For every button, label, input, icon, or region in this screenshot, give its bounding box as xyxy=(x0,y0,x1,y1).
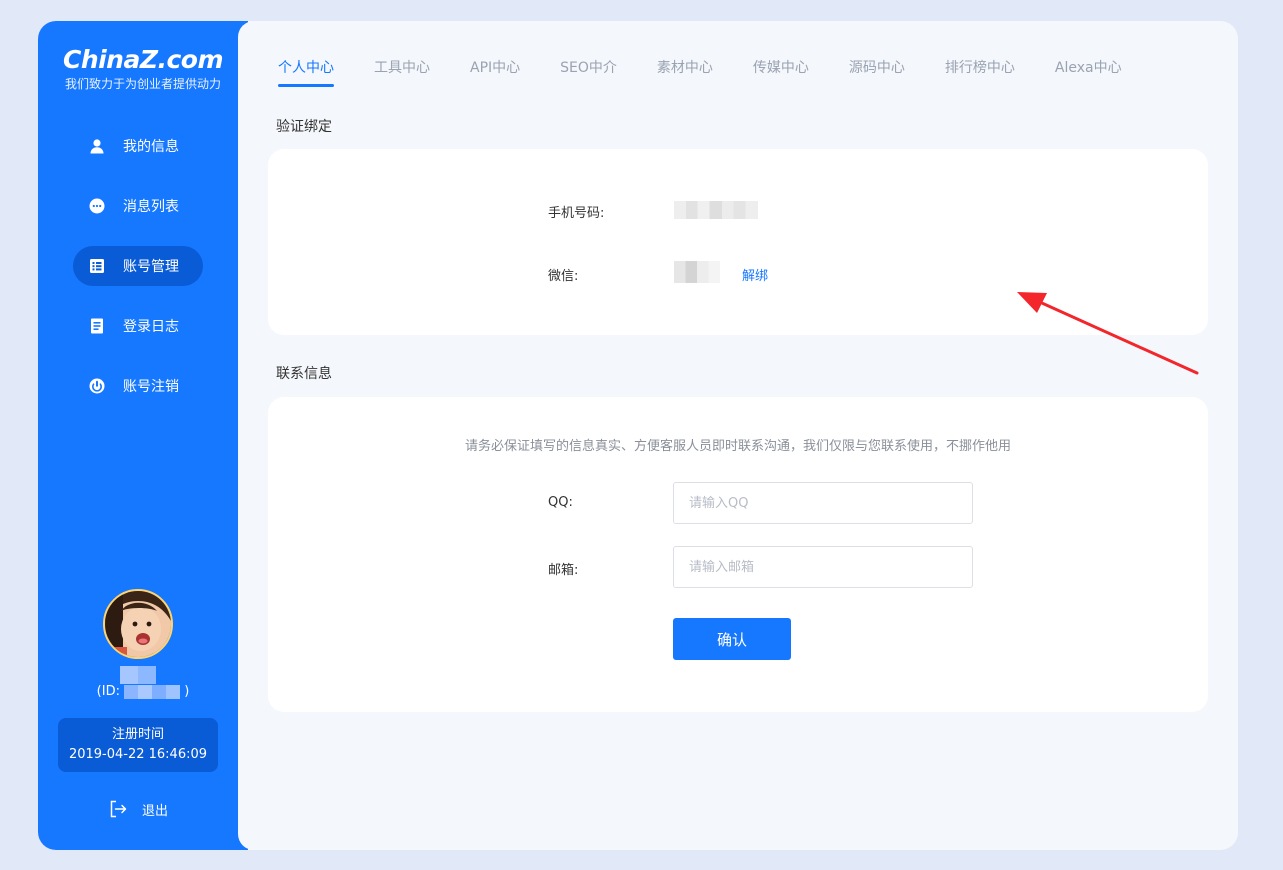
email-input[interactable] xyxy=(673,546,973,588)
tab-personal-center[interactable]: 个人中心 xyxy=(278,57,334,87)
sidebar-item-label: 我的信息 xyxy=(123,139,179,155)
unbind-link[interactable]: 解绑 xyxy=(742,265,768,284)
main-content: 个人中心 工具中心 API中心 SEO中介 素材中心 传媒中心 源码中心 排行榜… xyxy=(238,21,1238,850)
document-icon xyxy=(89,318,105,334)
sidebar-item-deregister[interactable]: 账号注销 xyxy=(73,366,203,406)
tab-ranking-center[interactable]: 排行榜中心 xyxy=(945,57,1015,87)
wechat-name-mosaic xyxy=(674,261,720,283)
user-id: (ID: ) xyxy=(96,684,190,699)
sidebar-item-label: 账号管理 xyxy=(123,259,179,275)
register-time-box: 注册时间 2019-04-22 16:46:09 xyxy=(58,718,218,772)
logout-button[interactable]: 退出 xyxy=(108,799,168,819)
qq-input[interactable] xyxy=(673,482,973,524)
sidebar: ChinaZ.com 我们致力于为创业者提供动力 我的信息 消息列表 账号管理 … xyxy=(38,21,248,850)
tab-media-center[interactable]: 传媒中心 xyxy=(753,57,809,87)
qq-label: QQ: xyxy=(548,495,573,510)
chat-bubble-icon xyxy=(89,198,105,214)
register-time-label: 注册时间 xyxy=(111,727,164,742)
contact-section-title: 联系信息 xyxy=(276,366,332,382)
logout-icon xyxy=(108,799,128,819)
username-mosaic xyxy=(120,666,156,684)
top-tabs: 个人中心 工具中心 API中心 SEO中介 素材中心 传媒中心 源码中心 排行榜… xyxy=(278,57,1162,87)
list-icon xyxy=(89,258,105,274)
power-icon xyxy=(89,378,105,394)
sidebar-item-label: 账号注销 xyxy=(123,379,179,395)
user-icon xyxy=(89,138,105,154)
contact-notice: 请务必保证填写的信息真实、方便客服人员即时联系沟通，我们仅限与您联系使用，不挪作… xyxy=(464,439,1011,454)
confirm-button[interactable]: 确认 xyxy=(673,618,791,660)
phone-label: 手机号码: xyxy=(548,206,605,221)
user-id-mosaic xyxy=(124,684,181,699)
contact-card: 请务必保证填写的信息真实、方便客服人员即时联系沟通，我们仅限与您联系使用，不挪作… xyxy=(268,397,1208,712)
email-label: 邮箱: xyxy=(548,563,579,578)
tab-seo-agency[interactable]: SEO中介 xyxy=(560,57,617,87)
sidebar-item-messages[interactable]: 消息列表 xyxy=(73,186,203,226)
sidebar-item-label: 登录日志 xyxy=(123,319,179,335)
sidebar-item-label: 消息列表 xyxy=(123,199,179,215)
logo[interactable]: ChinaZ.com 我们致力于为创业者提供动力 xyxy=(58,45,228,92)
sidebar-item-my-info[interactable]: 我的信息 xyxy=(73,126,203,166)
sidebar-item-account[interactable]: 账号管理 xyxy=(73,246,203,286)
phone-number-mosaic xyxy=(674,201,758,219)
verify-section-title: 验证绑定 xyxy=(276,119,332,135)
app-shell: ChinaZ.com 我们致力于为创业者提供动力 我的信息 消息列表 账号管理 … xyxy=(38,21,1238,850)
logo-text: ChinaZ.com xyxy=(62,45,224,74)
tab-alexa-center[interactable]: Alexa中心 xyxy=(1055,57,1122,87)
red-arrow-annotation xyxy=(1017,292,1199,375)
logout-label: 退出 xyxy=(142,803,169,819)
tab-api-center[interactable]: API中心 xyxy=(470,57,520,87)
avatar[interactable] xyxy=(103,589,173,659)
tab-source-center[interactable]: 源码中心 xyxy=(849,57,905,87)
wechat-label: 微信: xyxy=(548,269,579,284)
tab-material-center[interactable]: 素材中心 xyxy=(657,57,713,87)
tab-tool-center[interactable]: 工具中心 xyxy=(374,57,430,87)
sidebar-item-login-log[interactable]: 登录日志 xyxy=(73,306,203,346)
register-time-value: 2019-04-22 16:46:09 xyxy=(68,747,208,762)
sidebar-nav: 我的信息 消息列表 账号管理 登录日志 账号注销 xyxy=(73,126,203,426)
logo-slogan: 我们致力于为创业者提供动力 xyxy=(64,77,221,91)
